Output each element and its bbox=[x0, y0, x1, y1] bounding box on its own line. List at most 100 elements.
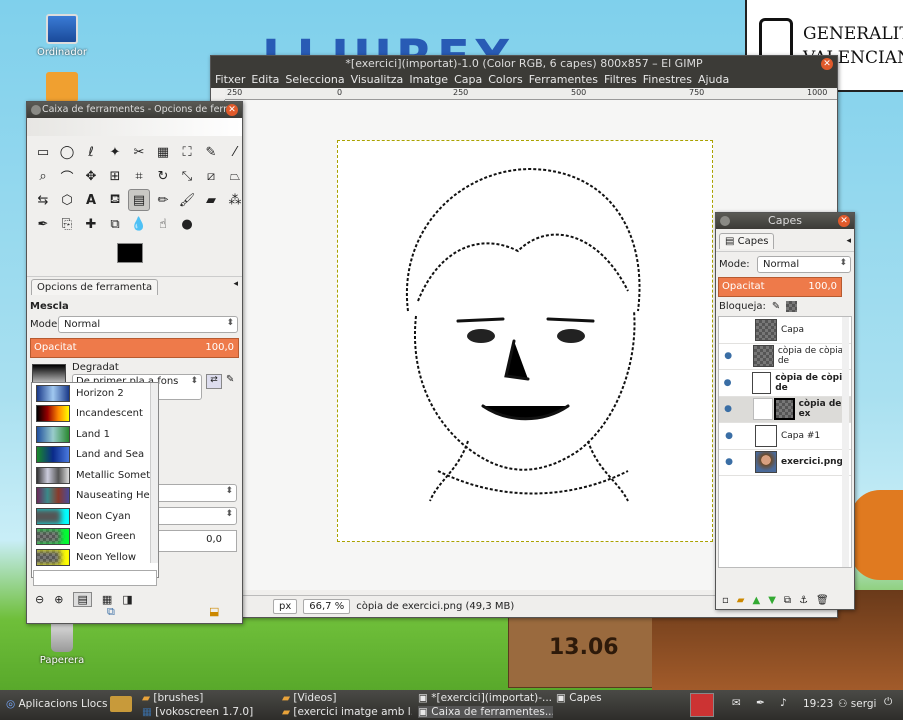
gradient-item[interactable]: Neon Cyan bbox=[32, 506, 158, 527]
layers-opacity-slider[interactable]: Opacitat 100,0 bbox=[718, 277, 842, 297]
layer-row[interactable]: ● còpia de còpia de bbox=[719, 370, 851, 397]
menu-colors[interactable]: Colors bbox=[488, 72, 528, 88]
ink-icon[interactable]: ✒ bbox=[32, 213, 54, 235]
measure-icon[interactable]: ⌒ bbox=[56, 165, 78, 187]
shape-select[interactable] bbox=[155, 484, 237, 502]
gradient-item[interactable]: Land and Sea bbox=[32, 445, 158, 466]
color-picker-icon[interactable]: ⁄ bbox=[224, 141, 246, 163]
toolbox-launcher-icon[interactable] bbox=[110, 696, 132, 712]
power-icon[interactable]: ⏻ bbox=[884, 696, 892, 709]
menu-edita[interactable]: Edita bbox=[251, 72, 285, 88]
window-minimize-icon[interactable] bbox=[720, 216, 730, 226]
workspace-switcher[interactable] bbox=[690, 693, 714, 717]
menu-capa[interactable]: Capa bbox=[454, 72, 488, 88]
reverse-icon[interactable]: ⇄ bbox=[206, 374, 222, 389]
mail-icon[interactable]: ✉ bbox=[732, 697, 741, 709]
eye-icon[interactable]: ● bbox=[719, 351, 737, 361]
close-icon[interactable]: ✕ bbox=[838, 215, 850, 227]
layer-row[interactable]: Capa bbox=[719, 317, 851, 344]
scissors-icon[interactable]: ✂ bbox=[128, 141, 150, 163]
gradient-item[interactable]: Incandescent bbox=[32, 404, 158, 425]
paths-icon[interactable]: ✎ bbox=[200, 141, 222, 163]
menu-selecciona[interactable]: Selecciona bbox=[285, 72, 350, 88]
zoom-select[interactable]: 66,7 % bbox=[303, 599, 351, 614]
image-canvas[interactable] bbox=[337, 140, 713, 542]
task-gimp-image[interactable]: ▣ *[exercici](importat)-... bbox=[418, 692, 553, 704]
tool-preset-icon[interactable]: ⬓ bbox=[209, 605, 219, 618]
tab-menu-icon[interactable]: ◂ bbox=[846, 236, 851, 246]
menu-visualitza[interactable]: Visualitza bbox=[351, 72, 410, 88]
desktop-icon-computer[interactable]: Ordinador bbox=[22, 14, 102, 58]
layer-row-selected[interactable]: ● còpia de ex bbox=[719, 396, 851, 423]
gradient-item[interactable]: Neon Yellow bbox=[32, 547, 158, 568]
eraser-icon[interactable]: ▰ bbox=[200, 189, 222, 211]
menu-imatge[interactable]: Imatge bbox=[409, 72, 454, 88]
image-window-titlebar[interactable]: *[exercici](importat)-1.0 (Color RGB, 6 … bbox=[211, 56, 837, 72]
window-minimize-icon[interactable] bbox=[31, 105, 41, 115]
gradient-item[interactable]: Metallic Somet bbox=[32, 465, 158, 486]
offset-field[interactable]: 0,0 bbox=[155, 530, 237, 552]
toolbox-titlebar[interactable]: Caixa de ferramentes - Opcions de ferr ✕ bbox=[27, 102, 242, 118]
clock[interactable]: 19:23 bbox=[803, 698, 833, 710]
heal-icon[interactable]: ✚ bbox=[80, 213, 102, 235]
zoom-out-icon[interactable]: ⊖ bbox=[35, 593, 44, 606]
rotate-icon[interactable]: ↻ bbox=[152, 165, 174, 187]
lower-layer-icon[interactable]: ▼ bbox=[768, 595, 776, 606]
close-icon[interactable]: ✕ bbox=[226, 104, 238, 116]
zoom-icon[interactable]: ⌕ bbox=[32, 165, 54, 187]
move-icon[interactable]: ✥ bbox=[80, 165, 102, 187]
eye-icon[interactable]: ● bbox=[719, 404, 737, 414]
menu-fitxer[interactable]: Fitxer bbox=[215, 72, 251, 88]
delete-layer-icon[interactable]: 🗑 bbox=[816, 595, 829, 606]
unit-select[interactable]: px bbox=[273, 599, 298, 614]
text-icon[interactable]: A bbox=[80, 189, 102, 211]
layers-titlebar[interactable]: Capes ✕ bbox=[716, 213, 854, 229]
gradient-item[interactable]: Neon Green bbox=[32, 527, 158, 548]
foreground-select-icon[interactable]: ⛶ bbox=[176, 141, 198, 163]
layers-scrollbar[interactable] bbox=[842, 317, 849, 567]
user-menu[interactable]: ⚇ sergi bbox=[838, 698, 876, 710]
task-brushes[interactable]: ▰ [brushes] bbox=[142, 692, 290, 704]
duplicate-layer-icon[interactable]: ⧉ bbox=[784, 595, 791, 606]
repeat-select[interactable] bbox=[155, 507, 237, 525]
new-group-icon[interactable]: ▰ bbox=[737, 595, 745, 606]
menu-finestres[interactable]: Finestres bbox=[643, 72, 698, 88]
applications-menu[interactable]: ◎ Aplicacions bbox=[6, 698, 78, 710]
menu-filtres[interactable]: Filtres bbox=[604, 72, 643, 88]
volume-icon[interactable]: ♪ bbox=[780, 697, 787, 709]
shear-icon[interactable]: ⧄ bbox=[200, 165, 222, 187]
close-icon[interactable]: ✕ bbox=[821, 58, 833, 70]
image-menu-icon[interactable]: ⧉ bbox=[107, 605, 115, 619]
bucket-fill-icon[interactable]: ⛾ bbox=[104, 189, 126, 211]
task-layers[interactable]: ▣ Capes bbox=[556, 692, 646, 704]
ellipse-select-icon[interactable]: ◯ bbox=[56, 141, 78, 163]
blend-icon[interactable]: ▤ bbox=[128, 189, 150, 211]
eye-icon[interactable]: ● bbox=[719, 431, 739, 441]
cage-icon[interactable]: ⬡ bbox=[56, 189, 78, 211]
mode-select[interactable]: Normal bbox=[58, 316, 238, 333]
eye-icon[interactable]: ● bbox=[719, 378, 736, 388]
tab-capes[interactable]: ▤ Capes bbox=[719, 233, 775, 249]
new-layer-icon[interactable]: ▫ bbox=[722, 595, 729, 606]
task-toolbox[interactable]: ▣ Caixa de ferramentes... bbox=[418, 706, 553, 718]
tab-tool-options[interactable]: Opcions de ferramenta bbox=[31, 279, 159, 295]
list-view-icon[interactable]: ▤ bbox=[73, 592, 92, 607]
scale-icon[interactable]: ⤡ bbox=[176, 165, 198, 187]
color-select-icon[interactable]: ▦ bbox=[152, 141, 174, 163]
anchor-icon[interactable]: ⚓ bbox=[799, 595, 808, 606]
gradient-item[interactable]: Horizon 2 bbox=[32, 383, 158, 404]
flip-icon[interactable]: ⇆ bbox=[32, 189, 54, 211]
smudge-icon[interactable]: ☝ bbox=[152, 213, 174, 235]
layer-row[interactable]: ● Capa #1 bbox=[719, 423, 851, 450]
perspective-icon[interactable]: ⏢ bbox=[224, 165, 246, 187]
task-exercici-imatge[interactable]: ▰ [exercici imatge amb l... bbox=[282, 706, 412, 718]
task-videos[interactable]: ▰ [Videos] bbox=[282, 692, 412, 704]
tab-menu-icon[interactable]: ◂ bbox=[233, 279, 238, 289]
lock-pixels-icon[interactable]: ✎ bbox=[772, 301, 780, 312]
layer-row[interactable]: ● còpia de còpia de bbox=[719, 344, 851, 370]
crop-icon[interactable]: ⌗ bbox=[128, 165, 150, 187]
pen-icon[interactable]: ✒ bbox=[756, 697, 765, 709]
pencil-icon[interactable]: ✏ bbox=[152, 189, 174, 211]
horizontal-ruler[interactable]: 250 0 250 500 750 1000 bbox=[225, 88, 837, 100]
edit-gradient-icon[interactable]: ✎ bbox=[226, 374, 240, 389]
